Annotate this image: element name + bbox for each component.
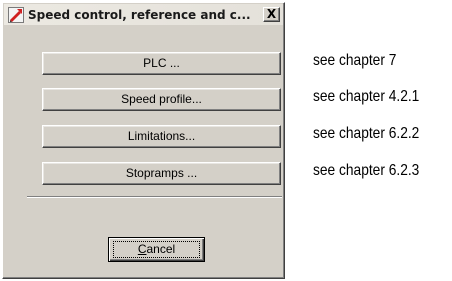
cancel-button[interactable]: Cancel [108,237,205,262]
title-bar[interactable]: Speed control, reference and c... X [4,4,283,25]
limitations-button[interactable]: Limitations... [42,125,281,148]
cancel-label: Cancel [138,242,175,256]
app-icon [8,6,24,23]
stopramps-button[interactable]: Stopramps ... [42,162,281,185]
close-icon: X [266,7,277,21]
speed-profile-button[interactable]: Speed profile... [42,88,281,111]
cancel-label-rest: ancel [146,242,176,256]
note-limitations: see chapter 6.2.2 [313,125,420,142]
window-title: Speed control, reference and c... [28,7,251,22]
separator [27,196,282,198]
close-button[interactable]: X [263,7,280,22]
plc-button[interactable]: PLC ... [42,52,281,75]
dialog-window: Speed control, reference and c... X PLC … [2,2,285,279]
note-plc: see chapter 7 [313,52,397,69]
note-stopramps: see chapter 6.2.3 [313,162,420,179]
note-speed-profile: see chapter 4.2.1 [313,88,420,105]
